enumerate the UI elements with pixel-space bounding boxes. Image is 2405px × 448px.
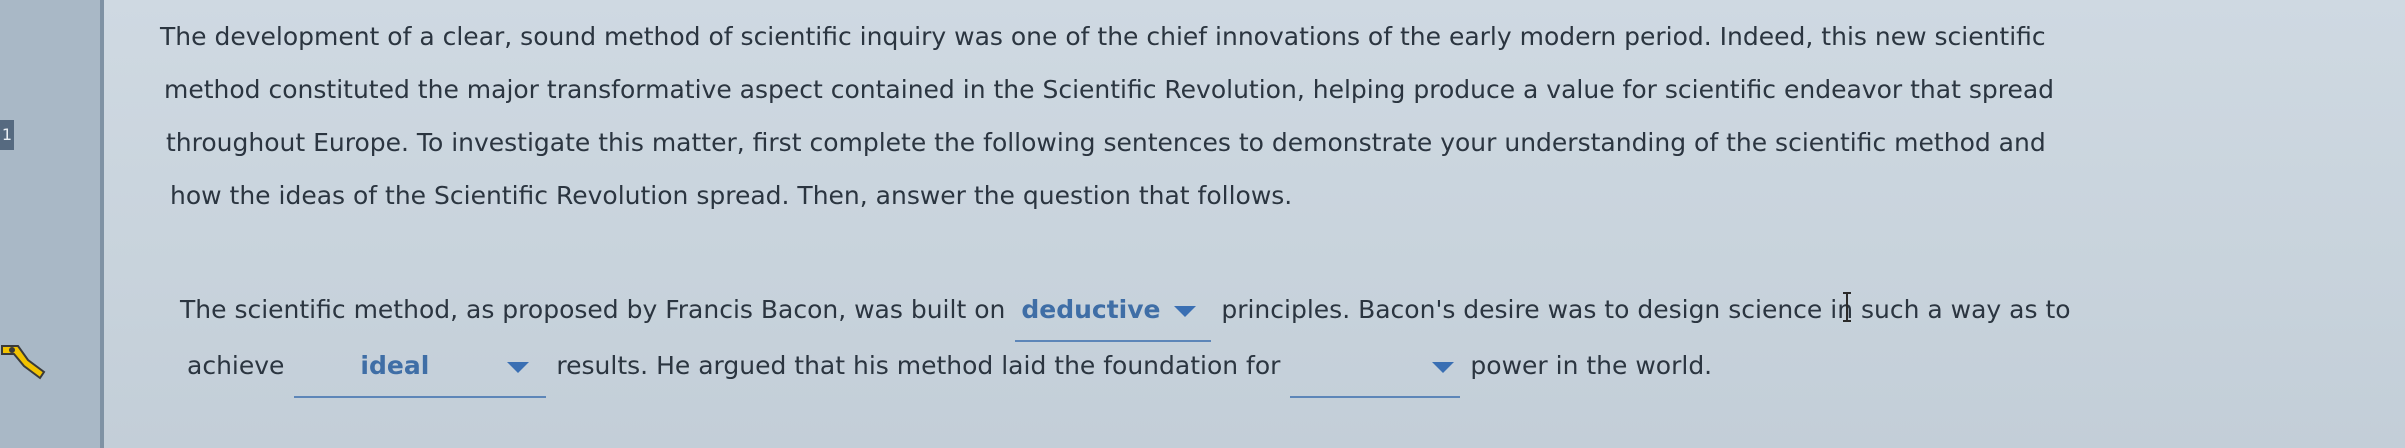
left-tool-rail: 1 [0,0,104,448]
panel-marker-icon[interactable]: 1 [0,120,14,150]
intro-line: how the ideas of the Scientific Revoluti… [170,181,1293,210]
question-text: The scientific method, as proposed by Fr… [180,295,1006,324]
dropdown-value: ideal [360,351,430,380]
question-text: achieve [187,351,285,380]
dropdown-value: deductive [1021,295,1161,324]
wrench-tool-icon[interactable] [0,336,50,386]
chevron-down-icon [1174,305,1197,317]
dropdown-method-basis[interactable]: deductive [1015,282,1212,342]
question-text: principles. Bacon's desire was to design… [1221,295,2071,324]
chevron-down-icon [1432,361,1455,373]
intro-line: method constituted the major transformat… [164,75,2055,104]
screen: 1 The development of a clear, sound meth… [0,0,2405,448]
intro-paragraph: The development of a clear, sound method… [160,10,2360,222]
intro-line: throughout Europe. To investigate this m… [166,128,2046,157]
text-cursor-icon [1843,292,1851,322]
fill-in-question: The scientific method, as proposed by Fr… [180,282,2071,398]
question-text: results. He argued that his method laid … [556,351,1281,380]
instructions-content: The development of a clear, sound method… [160,10,2360,222]
chevron-down-icon [507,361,530,373]
dropdown-results-type[interactable]: ideal [294,338,547,398]
question-line-2: achieve ideal results. He argued that his … [180,338,2071,398]
question-text: power in the world. [1470,351,1713,380]
intro-line: The development of a clear, sound method… [160,22,2046,51]
question-line-1: The scientific method, as proposed by Fr… [180,282,2071,342]
dropdown-power-type[interactable] [1290,338,1461,398]
